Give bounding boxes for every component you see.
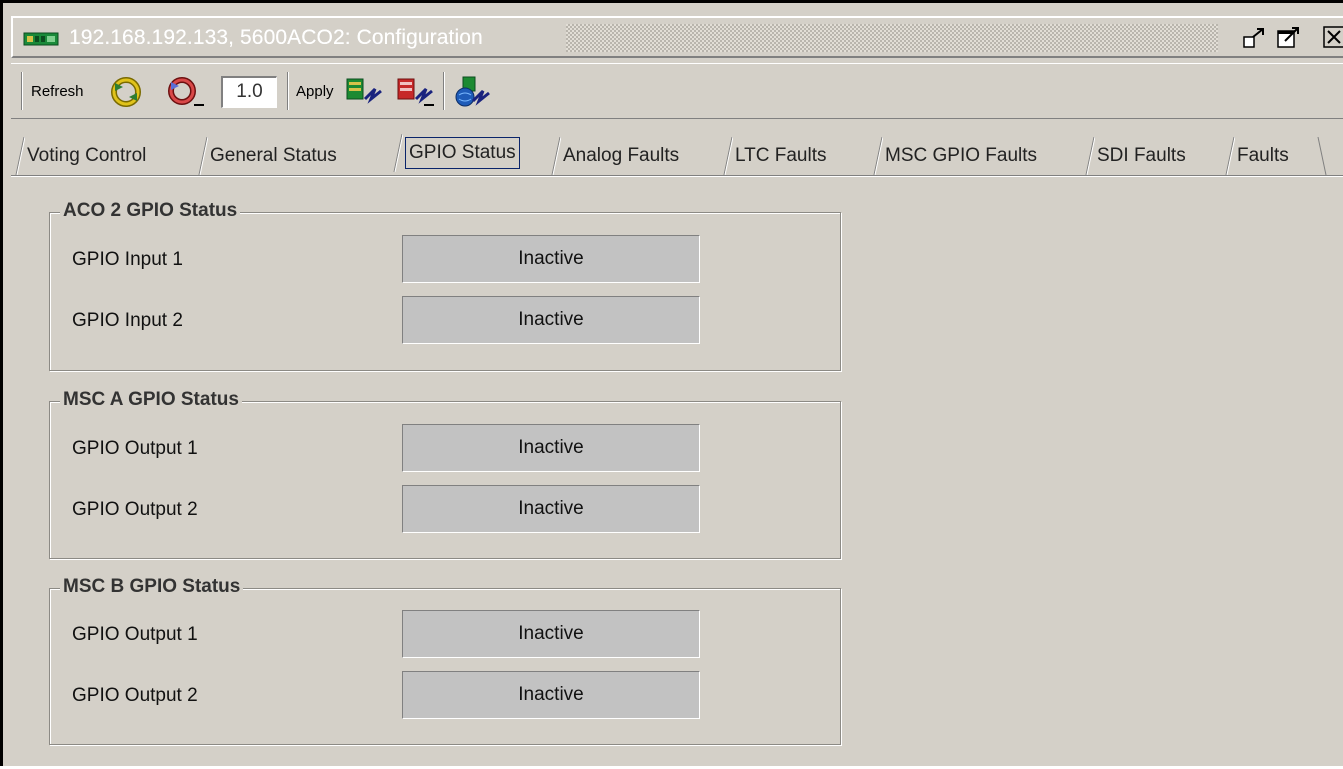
gpio-output-1-status: Inactive <box>402 610 700 658</box>
tab-voting-control[interactable]: Voting Control <box>15 137 146 175</box>
tab-label: MSC GPIO Faults <box>885 145 1038 166</box>
title-bar[interactable]: 192.168.192.133, 5600ACO2: Configuration <box>11 16 1343 58</box>
gpio-output-1-status: Inactive <box>402 424 700 472</box>
gpio-output-2-status: Inactive <box>402 671 700 719</box>
version-field[interactable]: 1.0 <box>221 76 277 108</box>
toolbar: Refresh 1.0 Apply <box>11 63 1343 119</box>
toolbar-separator <box>443 72 445 110</box>
network-card-icon <box>23 30 59 53</box>
group-title: MSC A GPIO Status <box>60 389 242 411</box>
gpio-input-1-status: Inactive <box>402 235 700 283</box>
maximize-icon[interactable] <box>1275 25 1301 51</box>
tab-msc-gpio-faults[interactable]: MSC GPIO Faults <box>873 137 1037 175</box>
group-title: ACO 2 GPIO Status <box>60 200 241 222</box>
aco2-gpio-status-group: ACO 2 GPIO Status GPIO Input 1 Inactive … <box>49 200 841 371</box>
apply-label: Apply <box>296 83 334 100</box>
gpio-input-2-status: Inactive <box>402 296 700 344</box>
tab-analog-faults[interactable]: Analog Faults <box>551 137 679 175</box>
tab-gpio-status[interactable]: GPIO Status <box>393 134 520 172</box>
close-icon[interactable] <box>1322 25 1343 51</box>
tab-label: Analog Faults <box>563 145 680 166</box>
configuration-window: 192.168.192.133, 5600ACO2: Configuration <box>0 0 1343 766</box>
apply-card-red-icon[interactable] <box>396 75 434 109</box>
gpio-status-panel: ACO 2 GPIO Status GPIO Input 1 Inactive … <box>11 177 1343 769</box>
group-title: MSC B GPIO Status <box>60 576 244 598</box>
tab-general-status[interactable]: General Status <box>198 137 337 175</box>
toolbar-separator <box>287 72 289 110</box>
tab-label: LTC Faults <box>735 145 827 166</box>
refresh-label: Refresh <box>31 83 84 100</box>
gpio-output-2-label: GPIO Output 2 <box>72 685 198 706</box>
tab-ltc-faults[interactable]: LTC Faults <box>723 137 827 175</box>
tab-label: SDI Faults <box>1097 145 1186 166</box>
gpio-output-2-label: GPIO Output 2 <box>72 499 198 520</box>
title-bar-grip <box>566 24 1218 52</box>
gpio-input-1-label: GPIO Input 1 <box>72 249 183 270</box>
window-title: 192.168.192.133, 5600ACO2: Configuration <box>69 26 483 49</box>
toolbar-separator <box>21 72 23 110</box>
tab-bar: Voting Control General Status GPIO Statu… <box>15 134 1343 177</box>
msc-b-gpio-status-group: MSC B GPIO Status GPIO Output 1 Inactive… <box>49 576 841 745</box>
gpio-input-2-label: GPIO Input 2 <box>72 310 183 331</box>
refresh-stop-icon[interactable] <box>166 75 204 109</box>
tab-label: Voting Control <box>27 145 147 166</box>
tab-faults[interactable]: Faults <box>1225 137 1327 175</box>
apply-card-icon[interactable] <box>345 75 382 109</box>
msc-a-gpio-status-group: MSC A GPIO Status GPIO Output 1 Inactive… <box>49 389 841 559</box>
tab-sdi-faults[interactable]: SDI Faults <box>1085 137 1186 175</box>
gpio-output-1-label: GPIO Output 1 <box>72 438 198 459</box>
tab-label: General Status <box>210 145 337 166</box>
tab-label: Faults <box>1237 145 1289 166</box>
tab-label: GPIO Status <box>405 137 520 169</box>
undock-icon[interactable] <box>1241 25 1267 51</box>
apply-network-icon[interactable] <box>453 75 490 109</box>
gpio-output-2-status: Inactive <box>402 485 700 533</box>
refresh-icon[interactable] <box>109 75 143 109</box>
gpio-output-1-label: GPIO Output 1 <box>72 624 198 645</box>
